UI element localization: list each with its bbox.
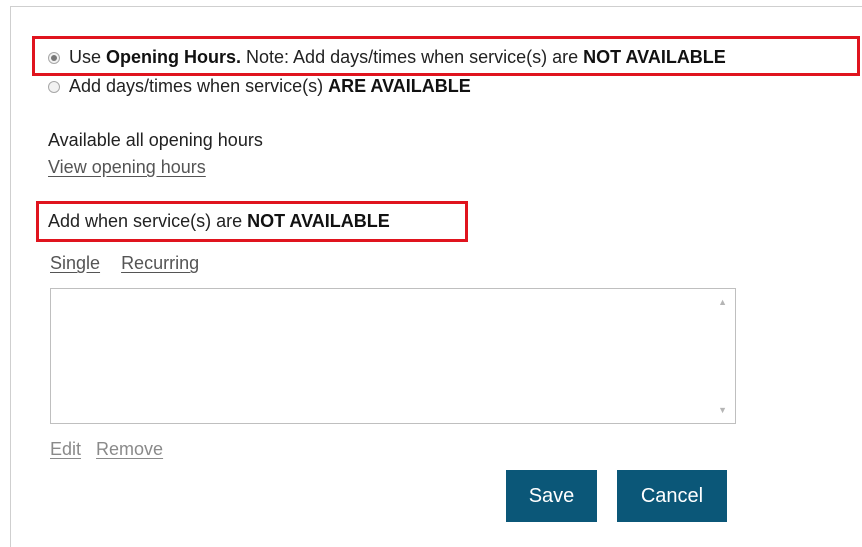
- view-opening-hours-link[interactable]: View opening hours: [48, 157, 206, 178]
- save-button[interactable]: Save: [506, 470, 597, 522]
- label-note: Note: Add days/times when service(s) are: [241, 47, 584, 67]
- scroll-up-arrow-icon[interactable]: ▲: [718, 297, 727, 307]
- custom-availability-label: Add days/times when service(s) ARE AVAIL…: [69, 76, 471, 97]
- not-available-listbox[interactable]: ▲ ▼: [50, 288, 736, 424]
- remove-link[interactable]: Remove: [96, 439, 163, 459]
- entry-type-tabs: Single Recurring: [50, 253, 199, 274]
- availability-status: Available all opening hours: [48, 130, 263, 150]
- heading-prefix: Add when service(s) are: [48, 211, 248, 231]
- label-bold: ARE AVAILABLE: [328, 76, 471, 96]
- radio-button-unselected[interactable]: [48, 80, 60, 93]
- cancel-button[interactable]: Cancel: [617, 470, 727, 522]
- radio-option-opening-hours[interactable]: Use Opening Hours. Note: Add days/times …: [48, 47, 726, 68]
- label-bold: Opening Hours.: [106, 47, 242, 67]
- tab-recurring[interactable]: Recurring: [121, 253, 199, 273]
- label-prefix: Use: [69, 47, 107, 67]
- scroll-down-arrow-icon[interactable]: ▼: [718, 405, 727, 415]
- heading-bold: NOT AVAILABLE: [247, 211, 390, 231]
- label-bold-end: NOT AVAILABLE: [583, 47, 726, 67]
- opening-hours-label: Use Opening Hours. Note: Add days/times …: [69, 47, 726, 68]
- radio-option-custom-availability[interactable]: Add days/times when service(s) ARE AVAIL…: [48, 76, 471, 97]
- edit-link[interactable]: Edit: [50, 439, 81, 459]
- list-actions: Edit Remove: [50, 439, 163, 460]
- not-available-heading: Add when service(s) are NOT AVAILABLE: [48, 211, 390, 232]
- label-prefix: Add days/times when service(s): [69, 76, 329, 96]
- radio-button-selected[interactable]: [48, 51, 60, 64]
- tab-single[interactable]: Single: [50, 253, 100, 273]
